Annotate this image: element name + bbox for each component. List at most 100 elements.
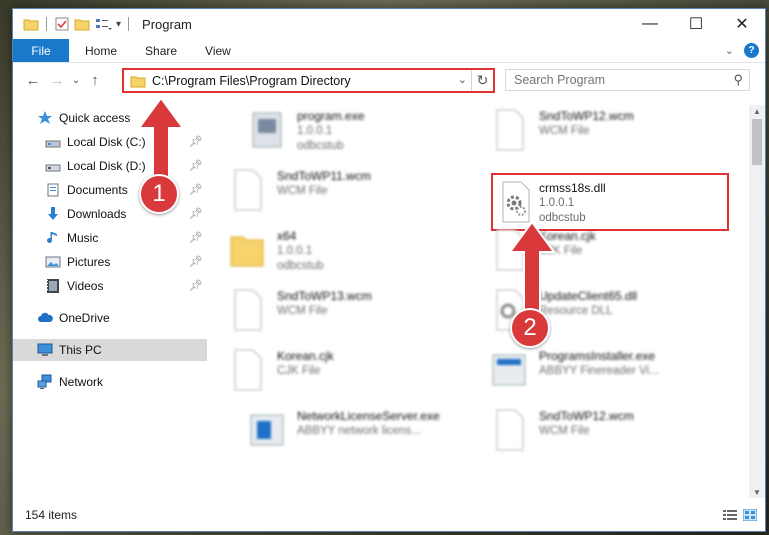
expand-ribbon-chevron-icon[interactable]: ⌄	[725, 44, 734, 57]
pin-icon: 📌︎	[189, 232, 203, 244]
sidebar-item-this-pc[interactable]: This PC	[13, 339, 207, 361]
exe-file-icon	[492, 354, 526, 386]
toolbar-divider	[128, 17, 130, 31]
file-type: WCM File	[277, 185, 328, 197]
address-path: C:\Program Files\Program Directory	[152, 73, 351, 88]
quick-access-toolbar: ▾	[23, 16, 132, 32]
pin-icon: 📌︎	[189, 184, 203, 196]
folder-icon	[130, 76, 146, 87]
tiles-view-icon[interactable]	[743, 509, 757, 521]
file-description: ABBYY network licens...	[297, 425, 421, 437]
title-bar: ▾ Program — ☐ ✕	[13, 9, 765, 39]
properties-icon[interactable]	[54, 16, 70, 32]
recent-locations-chevron-icon[interactable]: ⌄	[69, 68, 83, 92]
document-icon	[234, 349, 262, 391]
folder-icon	[230, 236, 264, 267]
music-icon	[45, 230, 61, 246]
search-box[interactable]: ⚲	[505, 69, 750, 91]
refresh-icon[interactable]: ↻	[471, 70, 493, 91]
customize-toolbar-chevron-icon[interactable]: ▾	[116, 19, 121, 30]
document-icon	[234, 169, 262, 211]
forward-button[interactable]: →	[45, 68, 69, 92]
list-item[interactable]: x64 1.0.0.1 odbcstub	[219, 221, 459, 279]
file-description: odbcstub	[277, 260, 324, 272]
address-row: ← → ⌄ ↑ C:\Program Files\Program Directo…	[13, 63, 765, 97]
step-1-badge: 1	[139, 174, 179, 214]
file-name: SndToWP13.wcm	[277, 289, 372, 303]
vertical-scrollbar[interactable]: ▲ ▼	[749, 105, 765, 498]
file-description: odbcstub	[297, 140, 344, 152]
list-item[interactable]: program.exe 1.0.0.1 odbcstub	[239, 101, 479, 159]
list-item[interactable]: SndToWP12.wcm WCM File	[481, 401, 721, 459]
tab-view[interactable]: View	[191, 39, 245, 62]
tab-share[interactable]: Share	[131, 39, 191, 62]
up-button[interactable]: ↑	[83, 68, 107, 92]
scrollbar-thumb[interactable]	[752, 119, 762, 165]
ribbon-right: ⌄ ?	[725, 43, 759, 58]
scroll-up-icon[interactable]: ▲	[749, 105, 765, 117]
file-name: SndToWP12.wcm	[539, 409, 634, 423]
file-name: SndToWP11.wcm	[277, 169, 371, 183]
drive-icon	[45, 134, 61, 150]
scroll-down-icon[interactable]: ▼	[749, 486, 765, 498]
file-type: WCM File	[277, 305, 328, 317]
file-name: NetworkLicenseServer.exe	[297, 409, 440, 423]
window-controls: — ☐ ✕	[627, 9, 765, 39]
file-type: CJK File	[277, 365, 321, 377]
pictures-icon	[45, 254, 61, 270]
file-type: WCM File	[539, 125, 590, 137]
details-view-icon[interactable]	[723, 509, 737, 521]
search-input[interactable]	[514, 73, 714, 87]
back-button[interactable]: ←	[21, 68, 45, 92]
sidebar-item-pictures[interactable]: Pictures 📌︎	[13, 251, 207, 273]
address-dropdown-chevron-icon[interactable]: ⌄	[458, 73, 467, 86]
file-version: 1.0.0.1	[297, 125, 333, 137]
step-2-badge: 2	[510, 308, 550, 348]
exe-file-icon	[252, 112, 282, 148]
pin-icon: 📌︎	[189, 160, 203, 172]
list-item[interactable]: Korean.cjk CJK File	[219, 341, 459, 399]
ribbon-tabs: File Home Share View ⌄ ?	[13, 39, 765, 63]
sidebar-item-downloads[interactable]: Downloads 📌︎	[13, 203, 207, 225]
network-icon	[37, 374, 53, 390]
file-name: Korean.cjk	[277, 349, 334, 363]
list-item[interactable]: SndToWP11.wcm WCM File	[219, 161, 459, 219]
pin-icon: 📌︎	[189, 208, 203, 220]
toolbar-divider	[46, 17, 47, 31]
pin-icon: 📌︎	[189, 280, 203, 292]
status-bar: 154 items	[13, 499, 765, 531]
minimize-button[interactable]: —	[627, 9, 673, 39]
pin-icon: 📌︎	[189, 136, 203, 148]
document-icon	[496, 109, 524, 151]
sidebar-item-label: Downloads	[67, 207, 127, 221]
file-name: crmss18s.dll	[539, 181, 606, 195]
file-name: SndToWP12.wcm	[539, 109, 634, 123]
item-count: 154 items	[25, 508, 78, 522]
maximize-button[interactable]: ☐	[673, 9, 719, 39]
sidebar-item-music[interactable]: Music 📌︎	[13, 227, 207, 249]
list-item[interactable]: SndToWP13.wcm WCM File	[219, 281, 459, 339]
star-icon	[37, 110, 53, 126]
sidebar-item-onedrive[interactable]: OneDrive	[13, 307, 207, 329]
file-name: x64	[277, 229, 297, 243]
close-button[interactable]: ✕	[719, 9, 765, 39]
tab-home[interactable]: Home	[71, 39, 131, 62]
new-folder-icon[interactable]	[74, 16, 90, 32]
list-item[interactable]: NetworkLicenseServer.exe ABBYY network l…	[239, 401, 479, 459]
file-description: ABBYY Finereader Vi...	[539, 365, 659, 377]
list-item[interactable]: SndToWP12.wcm WCM File	[481, 101, 721, 159]
sidebar-item-videos[interactable]: Videos 📌︎	[13, 275, 207, 297]
window-title: Program	[142, 16, 192, 32]
sidebar-item-label: OneDrive	[59, 311, 110, 325]
documents-icon	[45, 182, 61, 198]
list-item[interactable]: ProgramsInstaller.exe ABBYY Finereader V…	[481, 341, 721, 399]
folder-icon	[23, 19, 39, 31]
view-options-icon[interactable]	[94, 16, 112, 32]
tab-file[interactable]: File	[13, 39, 69, 62]
drive-icon	[45, 158, 61, 174]
address-bar[interactable]: C:\Program Files\Program Directory ⌄ ↻	[122, 68, 495, 93]
help-icon[interactable]: ?	[744, 43, 759, 58]
file-name: ProgramsInstaller.exe	[539, 349, 656, 363]
download-icon	[45, 206, 61, 222]
sidebar-item-network[interactable]: Network	[13, 371, 207, 393]
